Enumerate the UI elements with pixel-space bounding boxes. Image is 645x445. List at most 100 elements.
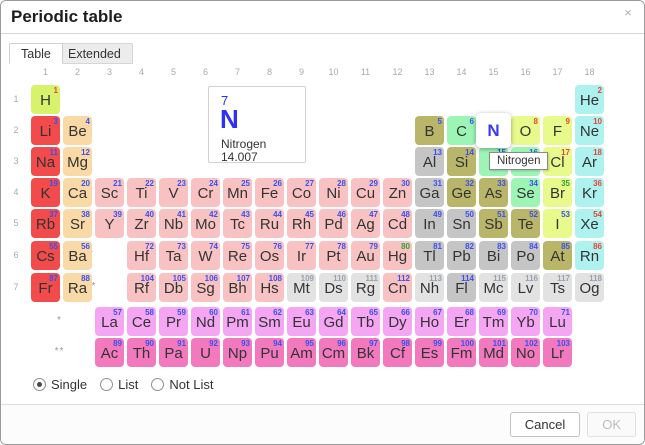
ok-button[interactable]: OK [587,412,636,437]
element-cell-ac[interactable]: 89Ac [95,338,124,367]
element-cell-ta[interactable]: 73Ta [159,241,188,270]
element-cell-ar[interactable]: 18Ar [575,147,604,176]
element-cell-pu[interactable]: 94Pu [255,338,284,367]
element-cell-bh[interactable]: 107Bh [223,273,252,302]
element-cell-pb[interactable]: 82Pb [447,241,476,270]
element-cell-lr[interactable]: 103Lr [543,338,572,367]
element-cell-mg[interactable]: 12Mg [63,147,92,176]
element-cell-fe[interactable]: 26Fe [255,178,284,207]
element-cell-f[interactable]: 9F [543,116,572,145]
element-cell-y[interactable]: 39Y [95,209,124,238]
element-cell-sn[interactable]: 50Sn [447,209,476,238]
element-cell-i[interactable]: 53I [543,209,572,238]
element-cell-pr[interactable]: 59Pr [159,307,188,336]
element-cell-cd[interactable]: 48Cd [383,209,412,238]
element-cell-pa[interactable]: 91Pa [159,338,188,367]
element-cell-tm[interactable]: 69Tm [479,307,508,336]
tab-table[interactable]: Table [9,43,63,64]
element-cell-mc[interactable]: 115Mc [479,273,508,302]
element-cell-cu[interactable]: 29Cu [351,178,380,207]
radio-single[interactable]: Single [33,377,87,392]
element-cell-cs[interactable]: 55Cs [31,241,60,270]
element-cell-fr[interactable]: 87Fr [31,273,60,302]
element-cell-es[interactable]: 99Es [415,338,444,367]
element-cell-mo[interactable]: 42Mo [191,209,220,238]
element-cell-be[interactable]: 4Be [63,116,92,145]
element-cell-eu[interactable]: 63Eu [287,307,316,336]
element-cell-nh[interactable]: 113Nh [415,273,444,302]
element-cell-au[interactable]: 79Au [351,241,380,270]
radio-not-list[interactable]: Not List [151,377,213,392]
element-cell-md[interactable]: 101Md [479,338,508,367]
element-cell-ne[interactable]: 10Ne [575,116,604,145]
element-cell-sm[interactable]: 62Sm [255,307,284,336]
element-cell-ir[interactable]: 77Ir [287,241,316,270]
element-cell-pd[interactable]: 46Pd [319,209,348,238]
element-cell-sr[interactable]: 38Sr [63,209,92,238]
element-cell-u[interactable]: 92U [191,338,220,367]
element-cell-co[interactable]: 27Co [287,178,316,207]
element-cell-si[interactable]: 14Si [447,147,476,176]
element-cell-ti[interactable]: 22Ti [127,178,156,207]
element-cell-n[interactable]: N [476,113,511,148]
element-cell-cn[interactable]: 112Cn [383,273,412,302]
element-cell-zr[interactable]: 40Zr [127,209,156,238]
element-cell-cr[interactable]: 24Cr [191,178,220,207]
element-cell-h[interactable]: 1H [31,85,60,114]
element-cell-at[interactable]: 85At [543,241,572,270]
element-cell-nb[interactable]: 41Nb [159,209,188,238]
element-cell-th[interactable]: 90Th [127,338,156,367]
element-cell-mn[interactable]: 25Mn [223,178,252,207]
element-cell-pt[interactable]: 78Pt [319,241,348,270]
close-icon[interactable]: × [620,5,636,21]
element-cell-tl[interactable]: 81Tl [415,241,444,270]
element-cell-rh[interactable]: 45Rh [287,209,316,238]
element-cell-ge[interactable]: 32Ge [447,178,476,207]
element-cell-ru[interactable]: 44Ru [255,209,284,238]
element-cell-hf[interactable]: 72Hf [127,241,156,270]
element-cell-na[interactable]: 11Na [31,147,60,176]
cancel-button[interactable]: Cancel [510,412,580,437]
element-cell-se[interactable]: 34Se [511,178,540,207]
element-cell-ga[interactable]: 31Ga [415,178,444,207]
element-cell-cm[interactable]: 96Cm [319,338,348,367]
element-cell-te[interactable]: 52Te [511,209,540,238]
element-cell-ho[interactable]: 67Ho [415,307,444,336]
element-cell-am[interactable]: 95Am [287,338,316,367]
element-cell-w[interactable]: 74W [191,241,220,270]
element-cell-pm[interactable]: 61Pm [223,307,252,336]
radio-single-dot[interactable] [33,378,46,391]
element-cell-ra[interactable]: 88Ra [63,273,92,302]
element-cell-sc[interactable]: 21Sc [95,178,124,207]
radio-list-dot[interactable] [100,378,113,391]
radio-list[interactable]: List [100,377,138,392]
element-cell-sg[interactable]: 106Sg [191,273,220,302]
element-cell-v[interactable]: 23V [159,178,188,207]
element-cell-ni[interactable]: 28Ni [319,178,348,207]
tab-extended[interactable]: Extended [56,43,133,64]
element-cell-in[interactable]: 49In [415,209,444,238]
element-cell-c[interactable]: 6C [447,116,476,145]
element-cell-mt[interactable]: 109Mt [287,273,316,302]
element-cell-as[interactable]: 33As [479,178,508,207]
element-cell-ts[interactable]: 117Ts [543,273,572,302]
element-cell-nd[interactable]: 60Nd [191,307,220,336]
element-cell-k[interactable]: 19K [31,178,60,207]
element-cell-ba[interactable]: 56Ba [63,241,92,270]
element-cell-tb[interactable]: 65Tb [351,307,380,336]
element-cell-re[interactable]: 75Re [223,241,252,270]
element-cell-zn[interactable]: 30Zn [383,178,412,207]
element-cell-ca[interactable]: 20Ca [63,178,92,207]
element-cell-br[interactable]: 35Br [543,178,572,207]
element-cell-he[interactable]: 2He [575,85,604,114]
element-cell-bk[interactable]: 97Bk [351,338,380,367]
element-cell-ds[interactable]: 110Ds [319,273,348,302]
element-cell-hs[interactable]: 108Hs [255,273,284,302]
element-cell-rb[interactable]: 37Rb [31,209,60,238]
element-cell-hg[interactable]: 80Hg [383,241,412,270]
element-cell-lu[interactable]: 71Lu [543,307,572,336]
element-cell-gd[interactable]: 64Gd [319,307,348,336]
element-cell-fl[interactable]: 114Fl [447,273,476,302]
element-cell-xe[interactable]: 54Xe [575,209,604,238]
element-cell-rg[interactable]: 111Rg [351,273,380,302]
